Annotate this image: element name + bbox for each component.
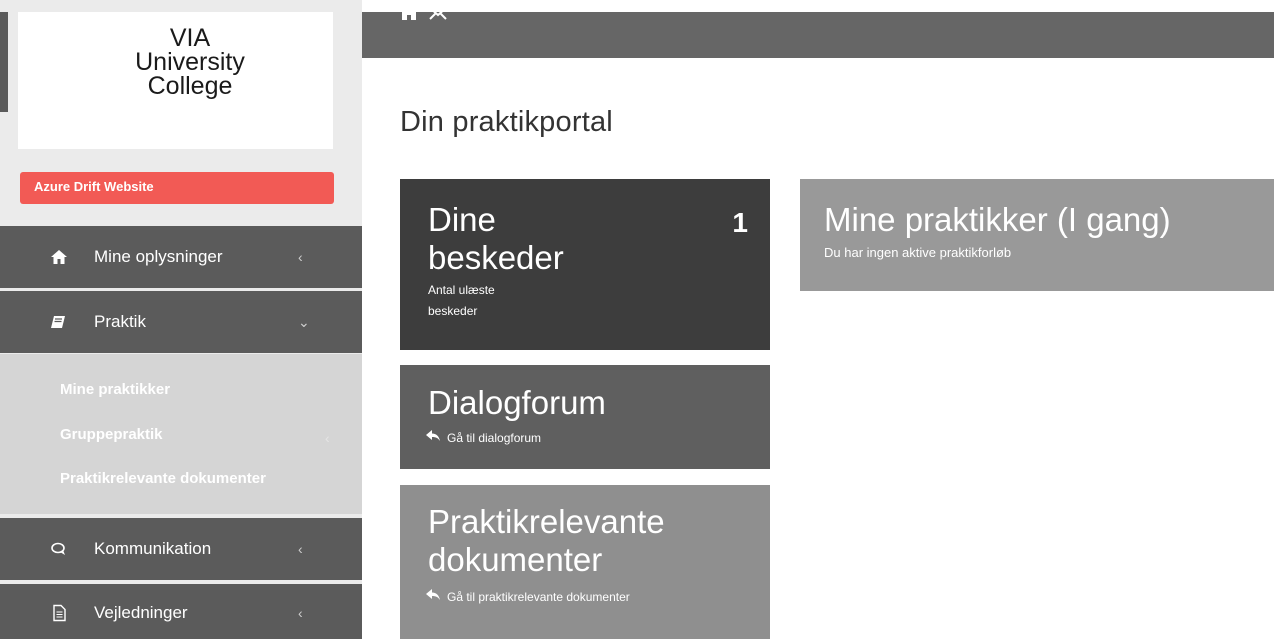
book-icon (50, 313, 68, 331)
logo-line-3: College (147, 72, 233, 100)
dialogforum-link[interactable]: Gå til dialogforum (426, 429, 541, 445)
tile-title-line-1: Praktikrelevante (428, 503, 665, 540)
sidebar: VIA University College Azure Drift Websi… (0, 0, 362, 639)
chevron-down-icon: ⌄ (298, 314, 310, 330)
reply-arrow-icon (426, 588, 441, 604)
top-bar (362, 7, 1274, 58)
logo-line-1: VIA (169, 24, 211, 52)
sidebar-item-label: Praktik (94, 312, 146, 331)
dokumenter-link[interactable]: Gå til praktikrelevante dokumenter (426, 588, 630, 604)
tile-title: Dialogforum (428, 384, 606, 421)
sidebar-item-vejledninger[interactable]: Vejledninger ‹ (0, 584, 362, 639)
mail-icon[interactable] (428, 6, 448, 25)
sidebar-item-label: Vejledninger (94, 603, 188, 622)
chevron-left-icon: ‹ (325, 430, 330, 446)
sidebar-item-praktik[interactable]: Praktik ⌄ (0, 291, 362, 353)
logo-line-2: University (135, 48, 245, 76)
chevron-left-icon: ‹ (298, 541, 303, 557)
submenu-item-mine-praktikker[interactable]: Mine praktikker (60, 381, 170, 398)
reply-arrow-icon (426, 429, 441, 445)
sidebar-edge (0, 12, 8, 112)
page-title: Din praktikportal (400, 106, 613, 138)
tile-title: Dine beskeder (428, 201, 564, 277)
dialogforum-link-label: Gå til dialogforum (447, 431, 542, 445)
sidebar-item-kommunikation[interactable]: Kommunikation ‹ (0, 518, 362, 580)
tile-dialogforum[interactable]: Dialogforum Gå til dialogforum (400, 365, 770, 469)
tile-title-line-2: beskeder (428, 239, 564, 276)
chat-icon (50, 540, 68, 558)
submenu-item-praktikrelevante-dokumenter[interactable]: Praktikrelevante dokumenter (60, 470, 266, 487)
home-icon (50, 248, 68, 266)
sidebar-item-label: Kommunikation (94, 539, 212, 558)
logo[interactable]: VIA University College (18, 12, 333, 149)
unread-count-badge: 1 (732, 207, 748, 238)
tile-title: Praktikrelevante dokumenter (428, 503, 665, 579)
tile-dine-beskeder[interactable]: Dine beskeder 1 Antal ulæste beskeder (400, 179, 770, 350)
tile-subtitle-line-1: Antal ulæste (428, 283, 495, 297)
submenu-item-gruppepraktik[interactable]: Gruppepraktik (60, 426, 163, 443)
tile-title-line-1: Dine (428, 201, 496, 238)
chevron-left-icon: ‹ (298, 605, 303, 621)
dokumenter-link-label: Gå til praktikrelevante dokumenter (447, 590, 630, 604)
sidebar-item-mine-oplysninger[interactable]: Mine oplysninger ‹ (0, 226, 362, 288)
logo-text: VIA University College (90, 24, 290, 100)
tile-subtitle: Antal ulæste beskeder (428, 280, 495, 322)
praktik-submenu (0, 354, 362, 514)
tile-title: Mine praktikker (I gang) (824, 201, 1171, 238)
environment-badge: Azure Drift Website (20, 172, 334, 204)
tile-subtitle: Du har ingen aktive praktikforløb (824, 245, 1012, 260)
tile-mine-praktikker[interactable]: Mine praktikker (I gang) Du har ingen ak… (800, 179, 1274, 291)
document-icon (50, 604, 68, 622)
chevron-left-icon: ‹ (298, 249, 303, 265)
tile-praktikrelevante-dokumenter[interactable]: Praktikrelevante dokumenter Gå til prakt… (400, 485, 770, 639)
home-icon[interactable] (400, 6, 418, 25)
tile-title-line-2: dokumenter (428, 541, 603, 578)
sidebar-item-label: Mine oplysninger (94, 247, 223, 266)
tile-subtitle-line-2: beskeder (428, 304, 478, 318)
